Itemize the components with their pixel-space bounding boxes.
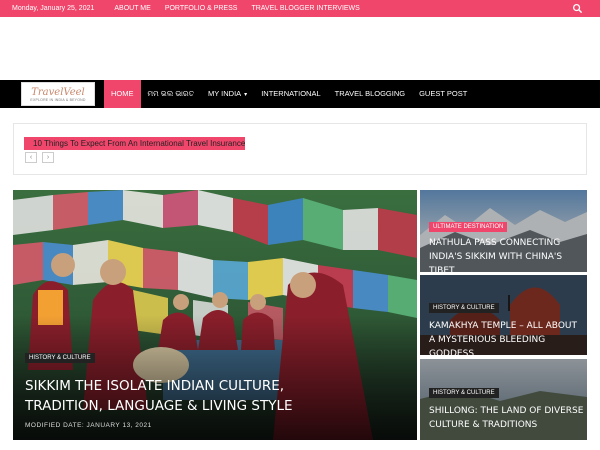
nav-item-odia[interactable]: ମମ ଭଲ ଭାରତ bbox=[141, 80, 201, 108]
nav-item-guest-post[interactable]: GUEST POST bbox=[412, 80, 474, 108]
current-date: Monday, January 25, 2021 bbox=[12, 5, 95, 12]
top-bar: Monday, January 25, 2021 ABOUT ME PORTFO… bbox=[0, 0, 600, 17]
category-badge[interactable]: HISTORY & CULTURE bbox=[25, 353, 95, 363]
nav-item-home[interactable]: HOME bbox=[104, 80, 141, 108]
nav-item-my-india[interactable]: MY INDIA ▾ bbox=[201, 80, 254, 108]
category-badge[interactable]: HISTORY & CULTURE bbox=[429, 303, 499, 313]
featured-post-title[interactable]: SIKKIM THE ISOLATE INDIAN CULTURE, TRADI… bbox=[25, 376, 325, 416]
side-post-title[interactable]: KAMAKHYA TEMPLE – ALL ABOUT A MYSTERIOUS… bbox=[429, 319, 585, 355]
top-link-interviews[interactable]: TRAVEL BLOGGER INTERVIEWS bbox=[251, 5, 359, 12]
post-modified-date: MODIFIED DATE: JANUARY 13, 2021 bbox=[25, 422, 152, 429]
logo-script: TravelVeel bbox=[31, 86, 85, 98]
side-post-kamakhya[interactable]: HISTORY & CULTURE KAMAKHYA TEMPLE – ALL … bbox=[420, 275, 587, 355]
featured-post[interactable]: HISTORY & CULTURE SIKKIM THE ISOLATE IND… bbox=[13, 190, 417, 440]
side-post-shillong[interactable]: HISTORY & CULTURE SHILLONG: THE LAND OF … bbox=[420, 359, 587, 440]
news-ticker: 10 Things To Expect From An Internationa… bbox=[13, 123, 587, 175]
category-badge[interactable]: ULTIMATE DESTINATION bbox=[429, 222, 508, 232]
main-navigation: TravelVeel EXPLORE IN INDIA & BEYOND HOM… bbox=[0, 80, 600, 108]
nav-menu: HOME ମମ ଭଲ ଭାରତ MY INDIA ▾ INTERNATIONAL … bbox=[104, 80, 474, 108]
side-post-title[interactable]: NATHULA PASS CONNECTING INDIA'S SIKKIM W… bbox=[429, 236, 585, 272]
ticker-headline[interactable]: 10 Things To Expect From An Internationa… bbox=[24, 137, 246, 150]
site-logo[interactable]: TravelVeel EXPLORE IN INDIA & BEYOND bbox=[21, 82, 95, 106]
side-post-title[interactable]: SHILLONG: THE LAND OF DIVERSE CULTURE & … bbox=[429, 404, 585, 432]
category-badge[interactable]: HISTORY & CULTURE bbox=[429, 388, 499, 398]
nav-item-international[interactable]: INTERNATIONAL bbox=[254, 80, 327, 108]
nav-item-travel-blogging[interactable]: TRAVEL BLOGGING bbox=[328, 80, 412, 108]
nav-item-my-india-label: MY INDIA bbox=[207, 89, 242, 98]
chevron-left-icon[interactable]: ‹ bbox=[25, 152, 37, 163]
top-link-portfolio[interactable]: PORTFOLIO & PRESS bbox=[165, 5, 238, 12]
logo-tagline: EXPLORE IN INDIA & BEYOND bbox=[30, 97, 86, 102]
search-icon[interactable] bbox=[572, 3, 583, 14]
chevron-right-icon[interactable]: › bbox=[42, 152, 54, 163]
top-link-about-me[interactable]: ABOUT ME bbox=[114, 5, 150, 12]
chevron-down-icon: ▾ bbox=[244, 92, 248, 98]
side-post-nathula[interactable]: ULTIMATE DESTINATION NATHULA PASS CONNEC… bbox=[420, 190, 587, 272]
